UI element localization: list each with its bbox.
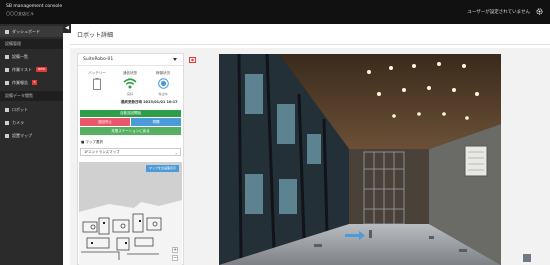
wifi-icon xyxy=(123,78,137,89)
start-patrol-button[interactable]: 自動巡回開始 xyxy=(80,110,181,117)
sidebar-section-label: 設備管理 xyxy=(5,41,21,46)
sidebar-item-equipment-list[interactable]: 設備一覧 xyxy=(0,51,63,62)
sidebar-section-data: 設備データ閲覧 xyxy=(0,91,63,101)
sidebar-item-robot[interactable]: ロボット xyxy=(0,104,63,115)
sidebar-section-label: 設備データ閲覧 xyxy=(5,93,33,98)
camera-icon xyxy=(5,120,9,125)
operation-value: 停止中 xyxy=(158,92,168,96)
new-badge: NEW xyxy=(36,67,48,72)
app-title: SB management console xyxy=(6,4,63,9)
chevron-right-icon: › xyxy=(175,151,177,156)
robot-icon xyxy=(5,107,9,112)
count-badge: 3 xyxy=(32,80,37,85)
collapse-arrow-icon[interactable]: ◀ xyxy=(63,24,71,33)
battery-value: - xyxy=(96,92,98,96)
page-title: ロボット詳細 xyxy=(77,32,114,39)
panorama-icon[interactable] xyxy=(189,57,196,63)
sidebar-item-dashboard[interactable]: ダッシュボード xyxy=(0,26,63,37)
sidebar-item-label: カメラ xyxy=(12,119,24,125)
robot-name: SuiteRobo-01 xyxy=(83,57,114,62)
robot-selector[interactable]: SuiteRobo-01 xyxy=(78,54,183,66)
sidebar-section-equipment: 設備管理 xyxy=(0,39,63,49)
robot-panel: SuiteRobo-01 バッテリー 通信状態 稼働状況 - 良好 停止中 最終… xyxy=(77,53,184,265)
battery-icon xyxy=(93,78,101,90)
last-updated-text: 最終更新日時 2023/01/01 10:17 xyxy=(121,100,178,104)
robot-status-icon xyxy=(158,78,169,89)
sidebar-item-label: ダッシュボード xyxy=(12,28,40,34)
sidebar-item-task-report[interactable]: 作業報告 3 xyxy=(0,77,63,88)
sidebar-item-label: ロボット xyxy=(12,106,28,112)
lobby-panorama-image xyxy=(219,54,501,265)
sidebar-item-task-list[interactable]: 作業リスト NEW xyxy=(0,64,63,75)
floor-map[interactable]: マップを全画面表示 + − xyxy=(79,162,182,265)
zoom-in-button[interactable]: + xyxy=(172,247,178,253)
dashboard-icon xyxy=(5,29,9,34)
panorama-viewer[interactable] xyxy=(219,54,501,265)
list-icon xyxy=(5,54,9,59)
sidebar: ダッシュボード 設備管理 設備一覧 作業リスト NEW 作業報告 3 設備データ… xyxy=(0,24,63,265)
map-icon xyxy=(5,133,9,138)
fullscreen-map-button[interactable]: マップを全画面表示 xyxy=(145,165,179,172)
sidebar-item-label: 設備一覧 xyxy=(12,53,28,59)
sidebar-item-label: 作業報告 xyxy=(12,79,28,85)
zoom-out-button[interactable]: − xyxy=(172,255,178,261)
connection-label: 通信状態 xyxy=(123,71,137,75)
map-select-value: 1Fエントランスマップ xyxy=(84,150,120,154)
sidebar-item-map[interactable]: 設置マップ xyxy=(0,130,63,141)
fullscreen-icon[interactable] xyxy=(523,254,531,262)
building-name: 〇〇〇支店ビル xyxy=(6,11,34,16)
resume-button[interactable]: 再開 xyxy=(131,118,181,126)
battery-label: バッテリー xyxy=(88,71,106,75)
return-to-dock-button[interactable]: 充電ステーションに戻る xyxy=(80,127,181,135)
report-icon xyxy=(5,80,9,85)
operation-label: 稼働状況 xyxy=(156,71,170,75)
chevron-down-icon xyxy=(173,58,177,61)
top-header-bar: SB management console 〇〇〇支店ビル ユーザーが設定されて… xyxy=(0,0,550,24)
user-status-text: ユーザーが設定されていません xyxy=(467,10,530,15)
connection-value: 良好 xyxy=(126,92,133,96)
gear-icon[interactable] xyxy=(536,8,543,15)
floor-plan-drawing xyxy=(79,162,182,265)
map-select-label: ■ マップ選択 xyxy=(81,140,103,144)
sidebar-item-camera[interactable]: カメラ xyxy=(0,117,63,128)
map-select[interactable]: 1Fエントランスマップ › xyxy=(80,148,181,156)
sidebar-item-label: 作業リスト xyxy=(12,66,32,72)
task-icon xyxy=(5,67,9,72)
sidebar-item-label: 設置マップ xyxy=(12,132,32,138)
stop-patrol-button[interactable]: 巡回停止 xyxy=(80,118,130,126)
divider xyxy=(70,44,550,45)
